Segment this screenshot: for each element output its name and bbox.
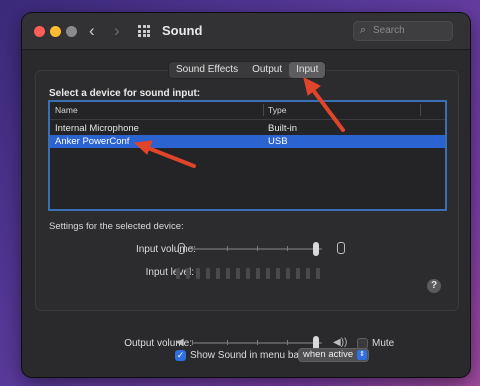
settings-label: Settings for the selected device:: [49, 221, 184, 232]
show-in-menu-bar-label: Show Sound in menu bar: [190, 350, 303, 361]
output-volume-slider[interactable]: [192, 336, 322, 350]
slider-tick: [227, 246, 228, 251]
help-icon[interactable]: ?: [427, 279, 441, 293]
column-divider: [420, 104, 421, 116]
search-icon: ⌕: [360, 24, 367, 36]
column-header-name[interactable]: Name: [55, 105, 78, 115]
device-name: Anker PowerConf: [55, 136, 130, 147]
microphone-icon: [178, 243, 185, 254]
microphone-icon: [337, 242, 345, 254]
back-icon[interactable]: ‹: [89, 22, 95, 39]
tab-sound-effects[interactable]: Sound Effects: [169, 62, 245, 78]
column-header-type[interactable]: Type: [268, 105, 286, 115]
level-segment: [296, 268, 300, 279]
level-segment: [246, 268, 250, 279]
input-volume-slider[interactable]: [192, 242, 322, 256]
slider-tick: [192, 340, 193, 345]
level-segment: [306, 268, 310, 279]
sound-preferences-window: ‹ › Sound ⌕ Search Sound Effects Output …: [22, 13, 470, 377]
table-row-selected[interactable]: Anker PowerConf USB: [50, 135, 445, 148]
level-segment: [196, 268, 200, 279]
device-name: Internal Microphone: [55, 123, 139, 134]
device-type: USB: [268, 136, 288, 147]
speaker-icon: ◀: [176, 337, 184, 348]
zoom-button[interactable]: [66, 26, 77, 37]
device-type: Built-in: [268, 123, 298, 134]
checkmark-icon: ✓: [176, 350, 185, 360]
titlebar: ‹ › Sound ⌕ Search: [22, 13, 470, 50]
window-title: Sound: [162, 23, 203, 38]
slider-tick: [192, 246, 193, 251]
slider-tick: [227, 340, 228, 345]
grid-icon[interactable]: [138, 25, 150, 37]
level-segment: [216, 268, 220, 279]
menu-bar-option-value: when active: [303, 349, 354, 360]
column-divider: [263, 104, 264, 116]
slider-tick: [287, 246, 288, 251]
tab-input[interactable]: Input: [289, 62, 326, 78]
show-in-menu-bar-checkbox[interactable]: ✓: [175, 350, 186, 361]
slider-tick: [257, 340, 258, 345]
device-list-heading: Select a device for sound input:: [49, 88, 201, 99]
input-level-meter: [176, 268, 320, 279]
header-divider: [50, 119, 445, 120]
speaker-loud-icon: ◀)): [333, 337, 348, 348]
level-segment: [226, 268, 230, 279]
level-segment: [266, 268, 270, 279]
search-field[interactable]: ⌕ Search: [353, 21, 453, 41]
level-segment: [316, 268, 320, 279]
level-segment: [256, 268, 260, 279]
input-device-table[interactable]: Name Type Internal Microphone Built-in A…: [48, 100, 447, 211]
minimize-button[interactable]: [50, 26, 61, 37]
slider-tick: [287, 340, 288, 345]
forward-icon[interactable]: ›: [114, 22, 120, 39]
table-row[interactable]: Internal Microphone Built-in: [50, 122, 445, 135]
level-segment: [206, 268, 210, 279]
menu-bar-option-popup[interactable]: when active ⇕: [298, 348, 369, 362]
chevron-updown-icon: ⇕: [357, 350, 367, 360]
close-button[interactable]: [34, 26, 45, 37]
level-segment: [176, 268, 180, 279]
tab-bar: Sound Effects Output Input: [169, 62, 326, 78]
level-segment: [286, 268, 290, 279]
level-segment: [236, 268, 240, 279]
level-segment: [186, 268, 190, 279]
slider-knob[interactable]: [313, 242, 319, 256]
tab-output[interactable]: Output: [245, 62, 289, 78]
mute-label: Mute: [372, 338, 395, 349]
level-segment: [276, 268, 280, 279]
slider-tick: [257, 246, 258, 251]
search-placeholder: Search: [373, 25, 405, 36]
